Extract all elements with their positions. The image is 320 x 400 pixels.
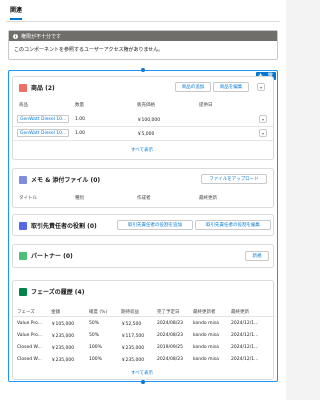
table-cell: kondo misa [193,357,219,362]
table-cell: Value Pro... [17,333,43,338]
table-cell: ￥52,500 [121,322,142,327]
resize-handle-top[interactable] [141,68,145,72]
col-header: 販売価格 [137,103,155,108]
table-cell: kondo misa [193,321,219,326]
table-cell: Closed W... [17,345,42,350]
view-all-link[interactable]: すべて表示 [131,370,153,376]
card-title: メモ & 添付ファイル (0) [31,177,101,184]
col-header: 最終更新 [231,310,249,315]
table-cell: 100% [89,345,102,350]
resize-handle-bottom[interactable] [141,380,145,384]
alert-title: 権限が不十分です [21,33,62,40]
page: 関連 i 権限が不十分です このコンポーネントを参照するユーザーアクセス権があり… [0,0,286,400]
col-header: 期待収益 [121,310,139,315]
card-title: 商品 (2) [31,85,55,92]
row-actions-icon[interactable]: ▾ [259,115,267,123]
tab-related[interactable]: 関連 [10,5,23,20]
table-cell: ￥235,000 [51,346,75,351]
add-product-button[interactable]: 商品の追加 [175,82,211,92]
qty-cell: 1.00 [75,131,86,136]
col-header: タイトル [19,196,37,201]
col-header: 作成者 [137,196,151,201]
table-cell: ￥117,500 [121,334,145,339]
product-icon [19,83,27,92]
partners-card: パートナー (0) 新規 [12,244,274,268]
table-cell: ￥235,000 [121,358,145,363]
view-all-link[interactable]: すべて表示 [131,147,153,153]
edit-product-button[interactable]: 商品を編集 [213,82,249,92]
table-cell: 2019/09/25 [157,345,183,350]
table-cell: kondo misa [193,345,219,350]
table-cell: ￥235,000 [51,358,75,363]
col-header: 提供日 [199,103,213,108]
tab-bar: 関連 [6,0,280,22]
history-icon [19,287,27,296]
table-cell: 50% [89,333,100,338]
row-actions-icon[interactable]: ▾ [259,129,267,137]
product-link[interactable]: GenWatt Diesel 10... [17,129,69,137]
table-cell: 2024/12/1... [231,321,259,326]
product-link[interactable]: GenWatt Diesel 10... [17,115,69,123]
info-icon: i [13,33,18,39]
col-header: 種別 [75,196,84,201]
col-header: 完了予定日 [157,310,180,315]
table-cell: 2024/12/1... [231,345,259,350]
card-title: フェーズの履歴 (4) [31,289,85,296]
table-cell: 2024/08/23 [157,321,183,326]
table-cell: 2024/12/1... [231,333,259,338]
table-cell: kondo misa [193,333,219,338]
alert-header: i 権限が不十分です [9,31,277,41]
col-header: 最終更新 [199,196,217,201]
table-cell: 2024/12/1... [231,357,259,362]
col-header: フェーズ [17,310,35,315]
table-cell: ￥235,000 [51,334,75,339]
notes-attachments-card: メモ & 添付ファイル (0) ファイルをアップロード タイトル 種別 作成者 … [12,168,274,208]
col-header: 金額 [51,310,60,315]
alert-body: このコンポーネントを参照するユーザーアクセス権がありません。 [14,47,164,53]
col-header: 最終更新者 [193,310,216,315]
new-partner-button[interactable]: 新規 [245,251,269,261]
upload-file-button[interactable]: ファイルをアップロード [201,174,267,184]
table-cell: ￥105,000 [51,322,75,327]
stage-history-card: フェーズの履歴 (4) フェーズ 金額 確度 (%) 期待収益 完了予定日 最終… [12,280,275,380]
edit-contact-role-button[interactable]: 取引先責任者の役割を編集 [195,220,271,230]
qty-cell: 1.00 [75,117,86,122]
table-cell: 100% [89,357,102,362]
contact-icon [19,221,27,230]
file-icon [19,175,27,184]
table-cell: Closed W... [17,357,42,362]
table-cell: 2024/08/23 [157,357,183,362]
col-header: 数量 [75,103,84,108]
col-header: 確度 (%) [89,310,108,315]
price-cell: ￥5,000 [137,132,155,137]
products-card: 商品 (2) 商品の追加 商品を編集 ▾ 商品 数量 販売価格 提供日 GenW… [12,76,274,160]
price-cell: ￥100,000 [137,118,161,123]
table-cell: 50% [89,321,100,326]
partner-icon [19,251,27,260]
chevron-down-icon[interactable]: ▾ [257,83,265,91]
table-cell: ￥235,000 [121,346,145,351]
contact-roles-card: 取引先責任者の役割 (0) 取引先責任者の役割を追加 取引先責任者の役割を編集 [12,214,274,236]
table-cell: 2024/08/23 [157,333,183,338]
table-cell: Value Pro... [17,321,43,326]
card-title: パートナー (0) [31,253,73,260]
col-header: 商品 [19,103,28,108]
add-contact-role-button[interactable]: 取引先責任者の役割を追加 [117,220,193,230]
insufficient-permission-alert: i 権限が不十分です このコンポーネントを参照するユーザーアクセス権がありません… [8,30,278,60]
card-title: 取引先責任者の役割 (0) [31,223,97,230]
